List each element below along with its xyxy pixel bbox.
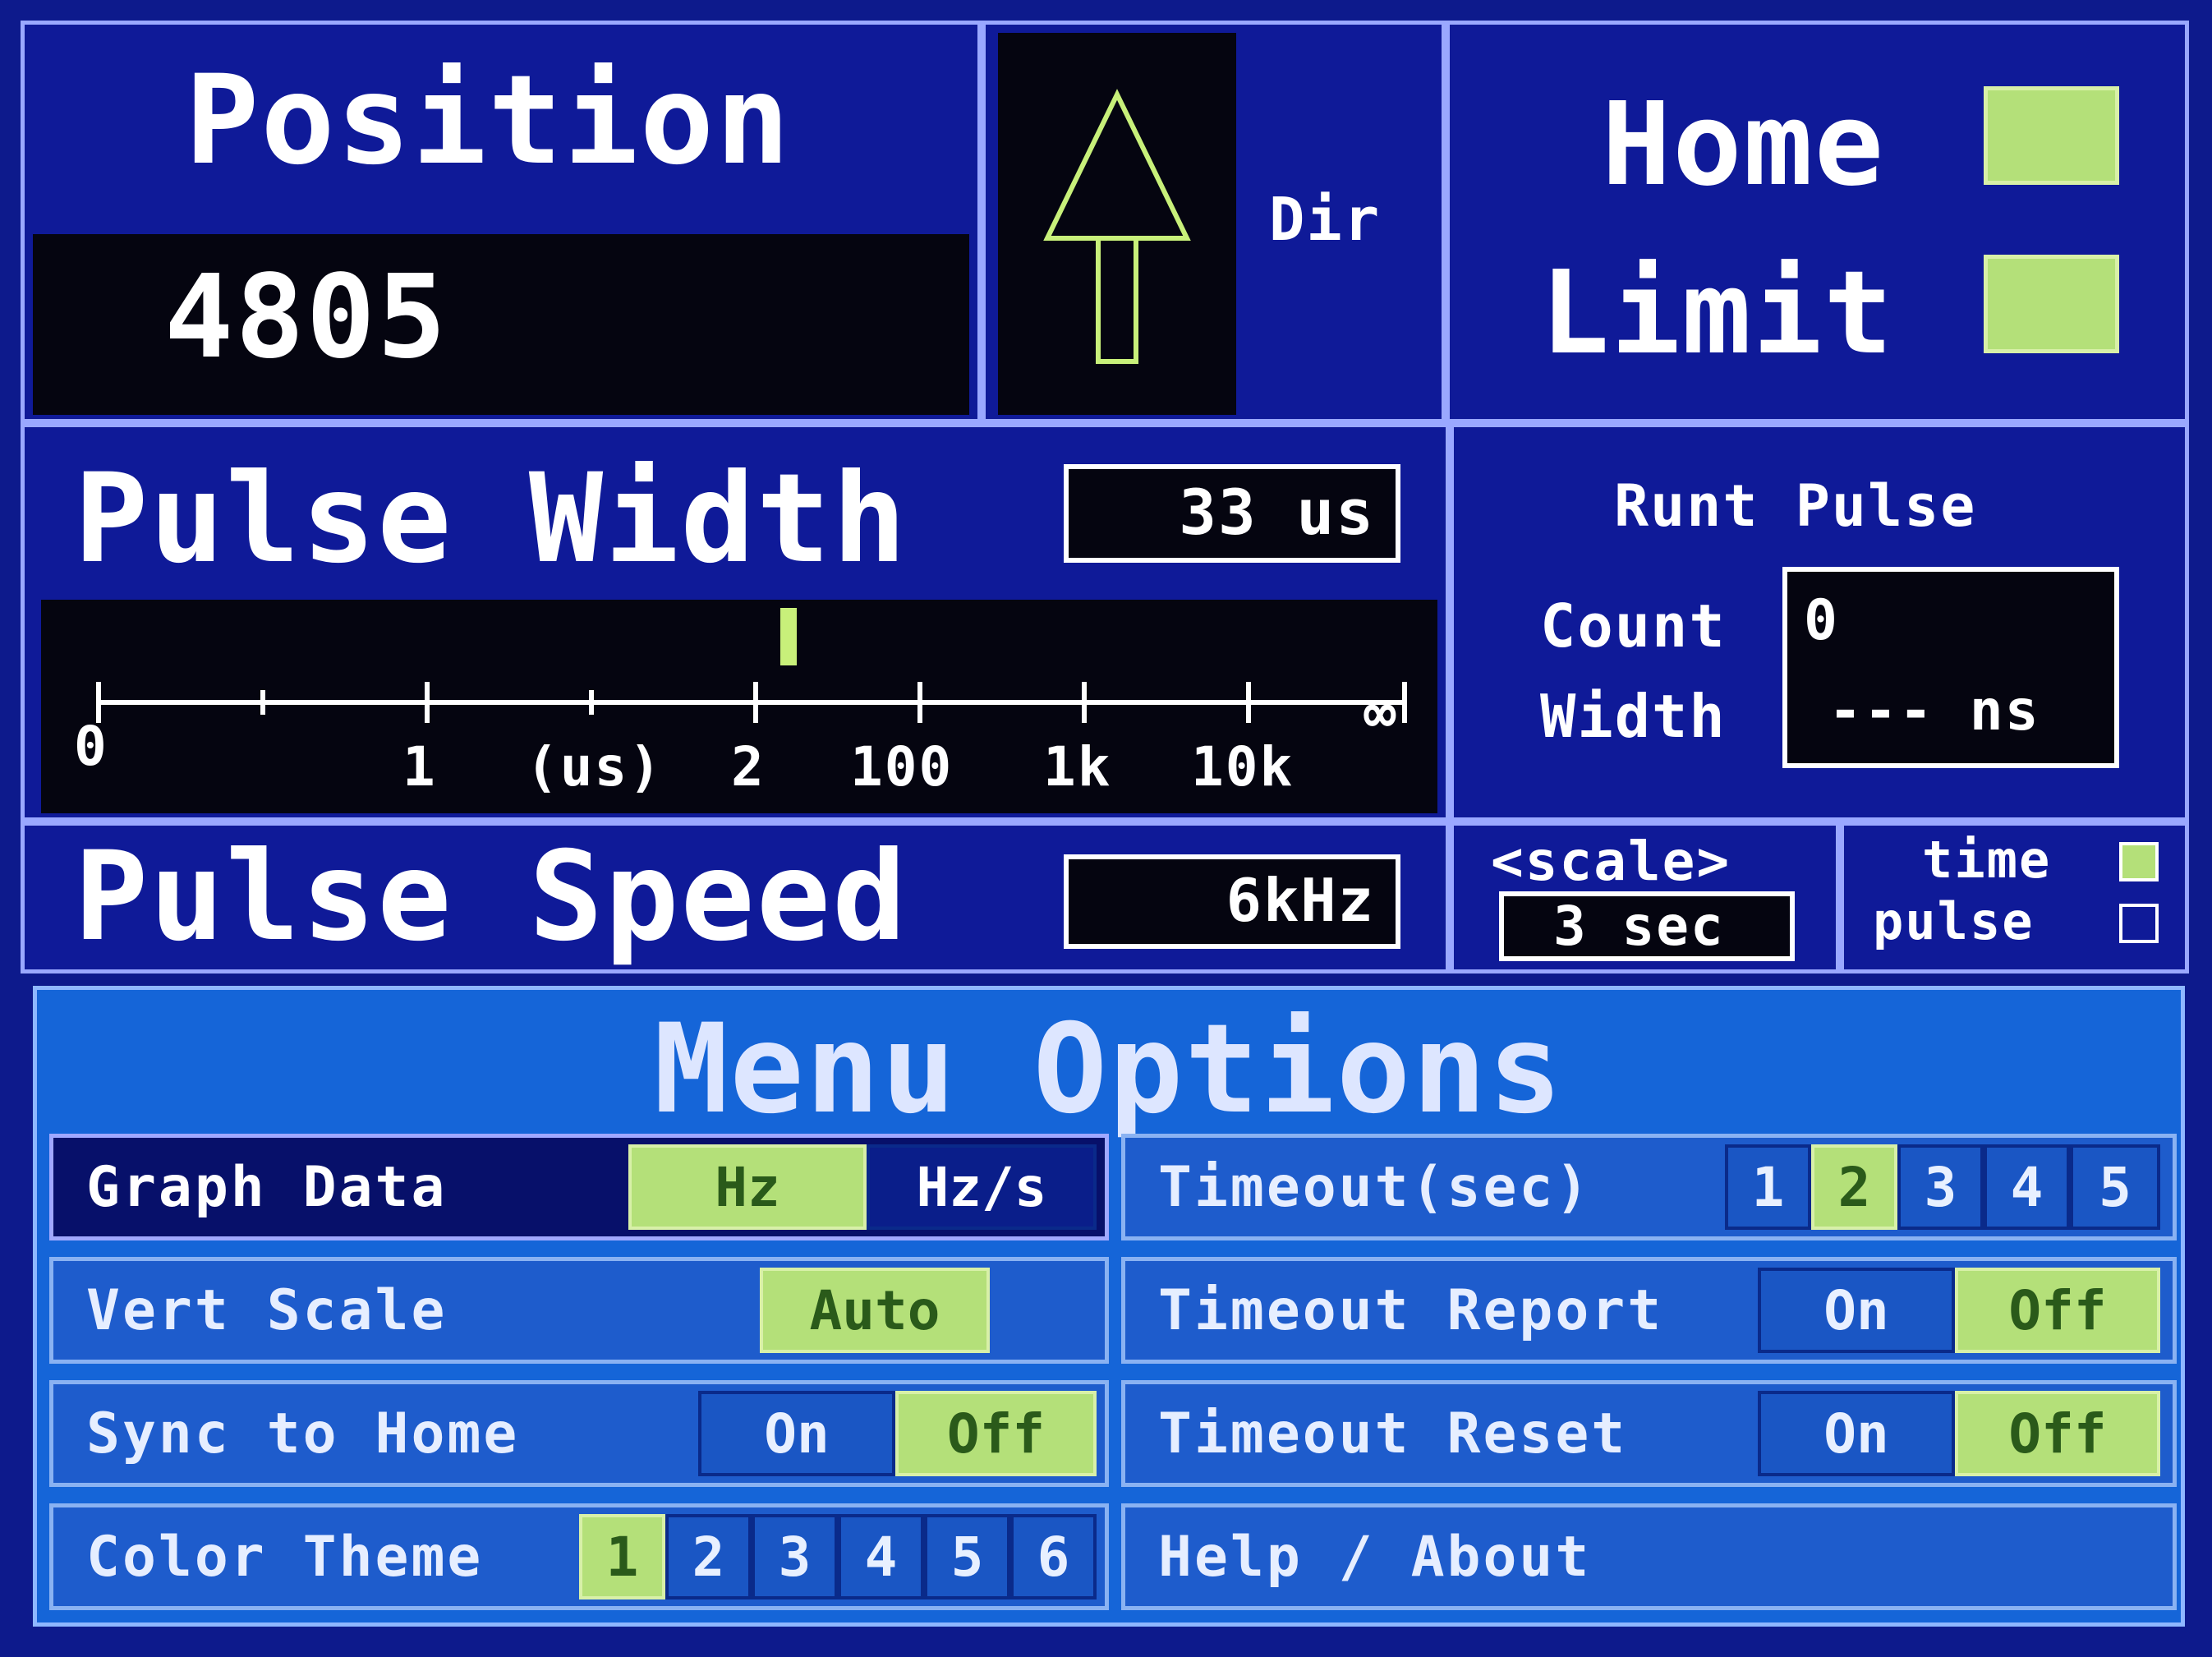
sync-home-row: Sync to Home On Off xyxy=(49,1380,1109,1487)
scale-label-2: 2 xyxy=(731,735,766,799)
runt-pulse-title: Runt Pulse xyxy=(1614,472,1977,540)
pulse-label: pulse xyxy=(1873,891,2035,951)
limit-label: Limit xyxy=(1540,246,1895,380)
color-theme-2-option[interactable]: 2 xyxy=(665,1514,752,1599)
pulse-width-panel: Pulse Width 33 us 0 1 (us) 2 100 1k 10k … xyxy=(21,423,1450,822)
timeout-report-off-option[interactable]: Off xyxy=(1955,1268,2160,1353)
direction-label: Dir xyxy=(1269,185,1382,254)
color-theme-4-option[interactable]: 4 xyxy=(838,1514,924,1599)
position-title: Position xyxy=(185,49,792,192)
timeout-3-option[interactable]: 3 xyxy=(1897,1144,1984,1230)
timeout-1-option[interactable]: 1 xyxy=(1725,1144,1811,1230)
help-about-row[interactable]: Help / About xyxy=(1121,1503,2177,1610)
graph-data-hzs-option[interactable]: Hz/s xyxy=(867,1144,1097,1230)
pulse-width-title: Pulse Width xyxy=(74,448,908,591)
timeout-reset-off-option[interactable]: Off xyxy=(1955,1391,2160,1476)
timeout-reset-on-option[interactable]: On xyxy=(1758,1391,1955,1476)
timeout-2-option[interactable]: 2 xyxy=(1811,1144,1897,1230)
timeout-4-option[interactable]: 4 xyxy=(1984,1144,2070,1230)
vert-scale-auto-option[interactable]: Auto xyxy=(760,1268,990,1353)
pulse-width-scale: 0 1 (us) 2 100 1k 10k ∞ xyxy=(41,600,1437,813)
color-theme-1-option[interactable]: 1 xyxy=(579,1514,665,1599)
timeout-report-row: Timeout Report On Off xyxy=(1121,1257,2177,1364)
scale-panel[interactable]: <scale> 3 sec xyxy=(1450,822,1840,973)
menu-panel: Menu Options Graph Data Hz Hz/s Vert Sca… xyxy=(33,986,2185,1627)
scale-label-1k: 1k xyxy=(1043,735,1112,799)
sync-home-on-option[interactable]: On xyxy=(698,1391,895,1476)
menu-title: Menu Options xyxy=(654,998,1564,1141)
pulse-speed-value-box: 6kHz xyxy=(1064,854,1400,949)
pulse-width-value-box: 33 us xyxy=(1064,464,1400,563)
scale-label-10k: 10k xyxy=(1191,735,1295,799)
home-indicator xyxy=(1984,86,2119,185)
scale-label-inf: ∞ xyxy=(1364,682,1398,745)
position-value: 4805 xyxy=(164,251,448,384)
direction-panel: Dir xyxy=(982,21,1446,423)
scale-value-box[interactable]: 3 sec xyxy=(1499,891,1795,961)
time-checkbox[interactable] xyxy=(2119,842,2159,881)
home-label: Home xyxy=(1602,78,1886,212)
vert-scale-row: Vert Scale Auto xyxy=(49,1257,1109,1364)
timeout-report-on-option[interactable]: On xyxy=(1758,1268,1955,1353)
runt-values-box: 0 --- ns xyxy=(1782,567,2119,768)
timeout-row: Timeout(sec) 1 2 3 4 5 xyxy=(1121,1134,2177,1240)
sync-home-off-option[interactable]: Off xyxy=(895,1391,1097,1476)
timeout-reset-row: Timeout Reset On Off xyxy=(1121,1380,2177,1487)
color-theme-6-option[interactable]: 6 xyxy=(1010,1514,1097,1599)
color-theme-3-option[interactable]: 3 xyxy=(752,1514,838,1599)
help-about-label: Help / About xyxy=(1158,1524,1592,1590)
pulse-speed-panel: Pulse Speed 6kHz xyxy=(21,822,1450,973)
pulse-width-value: 33 us xyxy=(1179,476,1375,549)
scale-label-0: 0 xyxy=(74,715,108,778)
mode-panel: time pulse xyxy=(1840,822,2189,973)
runt-width-value: --- ns xyxy=(1828,679,2040,743)
vert-scale-label: Vert Scale xyxy=(86,1277,448,1343)
timeout-report-label: Timeout Report xyxy=(1158,1277,1664,1343)
runt-pulse-panel: Runt Pulse Count Width 0 --- ns xyxy=(1450,423,2189,822)
scale-label-us: (us) xyxy=(526,735,663,799)
position-readout: 4805 xyxy=(33,234,969,415)
timeout-reset-label: Timeout Reset xyxy=(1158,1401,1628,1466)
scale-value: 3 sec xyxy=(1553,895,1725,958)
runt-count-value: 0 xyxy=(1804,588,1839,653)
device-screen: Position 4805 Dir Home Limit Pulse Width… xyxy=(0,0,2212,1657)
timeout-5-option[interactable]: 5 xyxy=(2070,1144,2160,1230)
scale-label: <scale> xyxy=(1491,830,1731,893)
graph-data-row: Graph Data Hz Hz/s xyxy=(49,1134,1109,1240)
scale-label-1: 1 xyxy=(402,735,437,799)
color-theme-row: Color Theme 1 2 3 4 5 6 xyxy=(49,1503,1109,1610)
direction-arrow-box xyxy=(998,33,1236,415)
scale-label-100: 100 xyxy=(850,735,954,799)
limit-indicator xyxy=(1984,255,2119,353)
runt-count-label: Count xyxy=(1540,591,1727,660)
pulse-speed-title: Pulse Speed xyxy=(74,826,908,969)
color-theme-5-option[interactable]: 5 xyxy=(924,1514,1010,1599)
pulse-speed-value: 6kHz xyxy=(1226,866,1375,935)
color-theme-label: Color Theme xyxy=(86,1524,484,1590)
timeout-label: Timeout(sec) xyxy=(1158,1154,1592,1220)
pulse-checkbox[interactable] xyxy=(2119,904,2159,943)
position-panel: Position 4805 xyxy=(21,21,982,423)
graph-data-label: Graph Data xyxy=(86,1154,448,1220)
up-arrow-icon xyxy=(1043,89,1191,364)
runt-width-label: Width xyxy=(1540,682,1727,751)
sync-home-label: Sync to Home xyxy=(86,1401,520,1466)
home-limit-panel: Home Limit xyxy=(1446,21,2189,423)
pulse-width-axis xyxy=(96,682,1407,723)
time-label: time xyxy=(1922,830,2052,890)
graph-data-hz-option[interactable]: Hz xyxy=(628,1144,867,1230)
